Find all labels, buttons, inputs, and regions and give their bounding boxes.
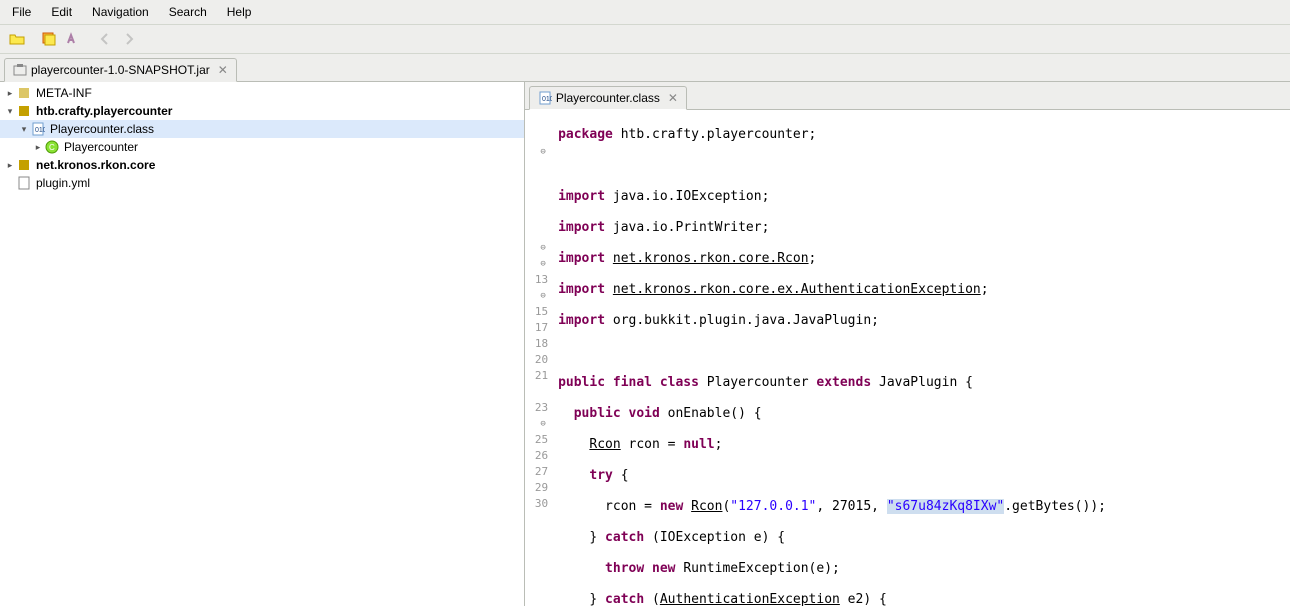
nav-forward-icon[interactable] xyxy=(118,28,140,50)
menu-navigation[interactable]: Navigation xyxy=(84,2,157,22)
open-file-icon[interactable] xyxy=(6,28,28,50)
tree-node-htb[interactable]: ▾ htb.crafty.playercounter xyxy=(0,102,524,120)
toolbar xyxy=(0,25,1290,54)
editor-panel: 010 Playercounter.class ✕ ⊖ ⊖ ⊖ 13 ⊖ 15 xyxy=(525,82,1290,606)
code-editor[interactable]: ⊖ ⊖ ⊖ 13 ⊖ 15 17 18 20 21 23 ⊖ 25 26 xyxy=(525,110,1290,606)
package-icon xyxy=(16,85,32,101)
class-file-icon: 010 xyxy=(538,91,552,105)
menu-help[interactable]: Help xyxy=(219,2,260,22)
code-content[interactable]: package htb.crafty.playercounter; import… xyxy=(554,110,1290,606)
expander-icon[interactable]: ▾ xyxy=(4,106,16,117)
expander-icon[interactable]: ▸ xyxy=(4,160,16,171)
expander-icon[interactable]: ▾ xyxy=(18,124,30,135)
tree-node-plugin-yml[interactable]: plugin.yml xyxy=(0,174,524,192)
menubar: File Edit Navigation Search Help xyxy=(0,0,1290,25)
archive-tab[interactable]: playercounter-1.0-SNAPSHOT.jar ✕ xyxy=(4,58,237,82)
svg-text:C: C xyxy=(49,143,55,152)
package-icon xyxy=(16,157,32,173)
highlight-icon[interactable] xyxy=(62,28,84,50)
expander-icon[interactable]: ▸ xyxy=(4,88,16,99)
archive-tab-label: playercounter-1.0-SNAPSHOT.jar xyxy=(31,63,210,77)
menu-file[interactable]: File xyxy=(4,2,39,22)
file-icon xyxy=(16,175,32,191)
menu-edit[interactable]: Edit xyxy=(43,2,80,22)
jar-icon xyxy=(13,63,27,77)
line-gutter: ⊖ ⊖ ⊖ 13 ⊖ 15 17 18 20 21 23 ⊖ 25 26 xyxy=(525,110,554,606)
workspace: ▸ META-INF ▾ htb.crafty.playercounter ▾ … xyxy=(0,82,1290,606)
package-icon xyxy=(16,103,32,119)
save-all-icon[interactable] xyxy=(38,28,60,50)
tree-node-playercounter[interactable]: ▸ C Playercounter xyxy=(0,138,524,156)
svg-text:010: 010 xyxy=(35,127,45,134)
close-icon[interactable]: ✕ xyxy=(218,63,228,77)
editor-tab[interactable]: 010 Playercounter.class ✕ xyxy=(529,86,687,110)
menu-search[interactable]: Search xyxy=(161,2,215,22)
class-file-icon: 010 xyxy=(30,121,46,137)
class-icon: C xyxy=(44,139,60,155)
package-tree[interactable]: ▸ META-INF ▾ htb.crafty.playercounter ▾ … xyxy=(0,82,525,606)
tree-node-kronos[interactable]: ▸ net.kronos.rkon.core xyxy=(0,156,524,174)
tree-node-metainf[interactable]: ▸ META-INF xyxy=(0,84,524,102)
expander-icon[interactable]: ▸ xyxy=(32,142,44,153)
nav-back-icon[interactable] xyxy=(94,28,116,50)
svg-text:010: 010 xyxy=(542,96,552,103)
tree-node-playercounter-class[interactable]: ▾ 010 Playercounter.class xyxy=(0,120,524,138)
close-icon[interactable]: ✕ xyxy=(668,91,678,105)
editor-tabbar: 010 Playercounter.class ✕ xyxy=(525,82,1290,110)
archive-tabbar: playercounter-1.0-SNAPSHOT.jar ✕ xyxy=(0,54,1290,82)
editor-tab-label: Playercounter.class xyxy=(556,91,660,105)
